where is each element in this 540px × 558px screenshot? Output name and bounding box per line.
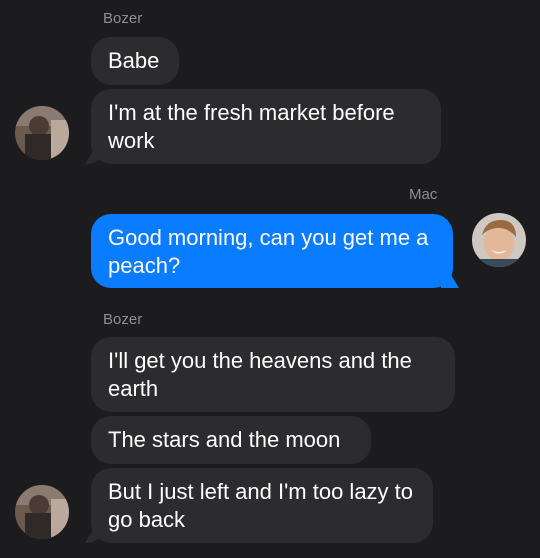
- sender-name-bozer: Bozer: [103, 311, 143, 328]
- bozer-avatar-icon[interactable]: [15, 106, 69, 160]
- message-text: I'll get you the heavens and the earth: [108, 348, 412, 401]
- message-bubble-good-morning[interactable]: Good morning, can you get me a peach?: [91, 214, 453, 288]
- message-bubble-too-lazy[interactable]: But I just left and I'm too lazy to go b…: [91, 468, 433, 543]
- message-bubble-babe[interactable]: Babe: [91, 37, 179, 85]
- message-bubble-heavens[interactable]: I'll get you the heavens and the earth: [91, 337, 455, 412]
- sender-name-bozer: Bozer: [103, 10, 143, 27]
- bozer-avatar-icon[interactable]: [15, 485, 69, 539]
- mac-avatar-icon[interactable]: [472, 213, 526, 267]
- message-text: Babe: [108, 48, 160, 73]
- message-text: I'm at the fresh market before work: [108, 100, 395, 153]
- message-text: But I just left and I'm too lazy to go b…: [108, 479, 414, 532]
- message-text: The stars and the moon: [108, 427, 341, 452]
- message-bubble-fresh-market[interactable]: I'm at the fresh market before work: [91, 89, 441, 164]
- message-text: Good morning, can you get me a peach?: [108, 225, 429, 278]
- sender-name-mac: Mac: [409, 186, 438, 203]
- message-bubble-stars-moon[interactable]: The stars and the moon: [91, 416, 371, 464]
